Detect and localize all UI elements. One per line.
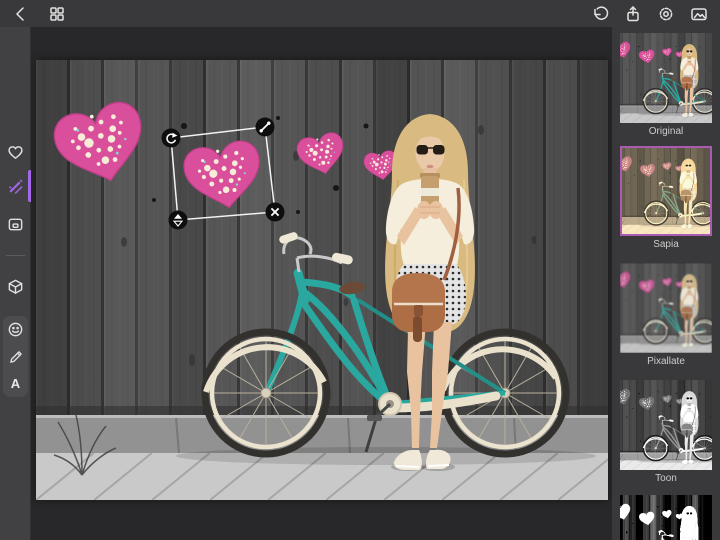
filter-item-sketch[interactable] (620, 495, 712, 540)
tool-text[interactable]: A (3, 370, 28, 397)
rotate-handle[interactable] (161, 128, 181, 148)
filter-item-pixallate[interactable]: Pixallate (620, 263, 712, 367)
share-icon (627, 5, 639, 21)
active-tool-indicator (28, 170, 31, 202)
filter-item-original[interactable]: Original (620, 33, 712, 137)
heart-icon (8, 145, 23, 159)
cube-icon (8, 279, 23, 294)
tool-sticker[interactable] (3, 316, 28, 343)
tool-frame[interactable] (0, 209, 31, 239)
magic-wand-icon (9, 179, 23, 194)
text-tool-icon: A (10, 376, 21, 391)
pencil-icon (9, 350, 22, 363)
filter-thumb-sapia (620, 146, 712, 236)
apps-grid-button[interactable] (42, 0, 72, 27)
filter-label: Original (648, 126, 684, 137)
filter-thumb-pixallate (620, 263, 712, 353)
filter-label: Pixallate (647, 356, 685, 367)
back-icon (16, 6, 24, 21)
photo-icon (691, 7, 707, 20)
insert-tools-group: A (3, 316, 28, 397)
smiley-icon (8, 322, 23, 337)
editor-canvas (31, 27, 612, 540)
gear-icon (659, 7, 673, 20)
tools-sidebar: A (0, 27, 31, 540)
tool-3d-objects[interactable] (0, 271, 31, 301)
filters-panel: Original Sapia Pixallate Toon (612, 27, 720, 540)
filter-thumb-sketch (620, 495, 712, 540)
back-button[interactable] (6, 0, 36, 27)
delete-handle[interactable] (265, 202, 285, 222)
photo-workspace[interactable] (36, 60, 608, 500)
tool-effects[interactable] (0, 170, 31, 202)
filter-label: Toon (655, 473, 677, 484)
filter-thumb-toon (620, 380, 712, 470)
photo-library-button[interactable] (684, 0, 714, 27)
filter-item-sapia[interactable]: Sapia (620, 146, 712, 250)
filter-item-toon[interactable]: Toon (620, 380, 712, 484)
tool-draw[interactable] (3, 343, 28, 370)
resize-handle[interactable] (255, 117, 275, 137)
edited-photo[interactable] (36, 60, 608, 500)
undo-icon (594, 5, 609, 20)
filter-thumb-original (620, 33, 712, 123)
filter-label: Sapia (653, 239, 679, 250)
frame-icon (8, 218, 23, 230)
settings-button[interactable] (651, 0, 681, 27)
share-button[interactable] (618, 0, 648, 27)
tools-divider (6, 255, 25, 256)
photo-editor-app: A Original Sapia Pixallate Toon (0, 0, 720, 540)
topbar (0, 0, 720, 27)
apps-grid-icon (50, 6, 64, 21)
undo-button[interactable] (585, 0, 615, 27)
tool-favorites[interactable] (0, 137, 31, 167)
flip-handle[interactable] (168, 210, 188, 230)
